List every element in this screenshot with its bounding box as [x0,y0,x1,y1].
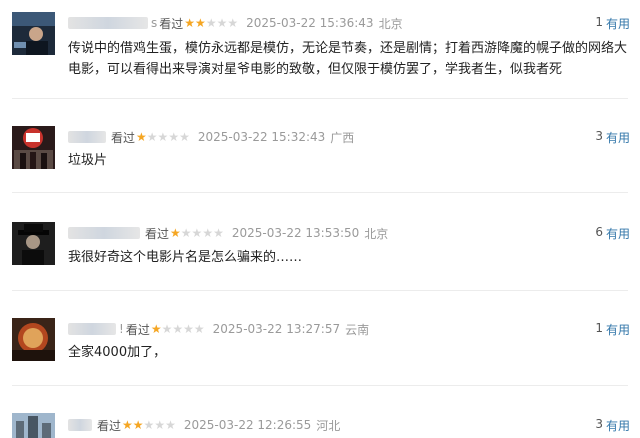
comment-text: 全家4000加了， [68,345,167,360]
divider [12,290,628,291]
helpful-label: 有用 [605,323,630,337]
comment-meta: ! 看过 ★ ★ ★ ★ ★ 2025-03-22 13:27:57 云南 [68,320,369,338]
star-empty-icon: ★ [202,226,214,240]
avatar[interactable] [12,318,55,361]
username-suffix: ! [119,322,124,336]
rating-stars: ★ ★ ★ ★ ★ [122,419,176,431]
star-empty-icon: ★ [179,130,190,144]
comment-text: 我很好奇这个电影片名是怎么骗来的…… [68,250,303,265]
helpful-label: 有用 [605,227,630,241]
comment-text: 垃圾片 [68,153,108,168]
comment-time: 2025-03-22 13:53:50 [231,226,360,240]
divider [12,192,628,193]
star-filled-icon: ★ [150,322,162,336]
helpful-count: 3 [595,417,603,431]
star-empty-icon: ★ [168,130,180,144]
helpful-vote-button[interactable]: 6 有用 [595,225,630,242]
star-filled-icon: ★ [136,130,147,144]
comment-location: 广西 [330,130,355,145]
star-empty-icon: ★ [183,322,194,336]
username[interactable] [68,323,116,335]
helpful-count: 3 [595,129,603,143]
star-filled-icon: ★ [184,16,196,30]
star-empty-icon: ★ [161,322,173,336]
watched-label: 看过 [159,16,184,31]
star-empty-icon: ★ [227,16,239,30]
watched-label: 看过 [97,418,122,433]
comment-time: 2025-03-22 15:36:43 [246,16,374,30]
rating-stars: ★ ★ ★ ★ ★ [151,323,205,335]
star-empty-icon: ★ [143,418,155,432]
divider [12,98,628,99]
helpful-label: 有用 [605,419,630,433]
avatar[interactable] [12,222,55,265]
comment-location: 北京 [364,226,389,241]
comment-meta: 看过 ★ ★ ★ ★ ★ 2025-03-22 13:53:50 北京 [68,224,388,242]
helpful-count: 6 [595,225,603,239]
star-empty-icon: ★ [193,322,205,336]
comment-time: 2025-03-22 13:27:57 [212,322,341,336]
rating-stars: ★ ★ ★ ★ ★ [170,227,224,239]
comment-time: 2025-03-22 15:32:43 [197,130,326,144]
rating-stars: ★ ★ ★ ★ ★ [184,17,238,29]
helpful-count: 1 [595,321,603,335]
star-empty-icon: ★ [180,226,192,240]
comment-time: 2025-03-22 12:26:55 [183,418,312,432]
watched-label: 看过 [145,226,170,241]
avatar[interactable] [12,126,55,169]
divider [12,385,628,386]
star-empty-icon: ★ [157,130,169,144]
avatar[interactable] [12,413,55,438]
watched-label: 看过 [111,130,136,145]
star-filled-icon: ★ [170,226,181,240]
comment-meta: s 看过 ★ ★ ★ ★ ★ 2025-03-22 15:36:43 北京 [68,14,403,32]
username[interactable] [68,227,140,239]
star-empty-icon: ★ [146,130,158,144]
comment-meta: 看过 ★ ★ ★ ★ ★ 2025-03-22 15:32:43 广西 [68,128,354,146]
star-empty-icon: ★ [172,322,184,336]
comment-location: 北京 [378,16,403,31]
username[interactable] [68,131,106,143]
rating-stars: ★ ★ ★ ★ ★ [136,131,190,143]
comment-location: 云南 [345,322,370,337]
helpful-vote-button[interactable]: 3 有用 [595,417,630,434]
comment-text: 传说中的借鸡生蛋，模仿永远都是模仿，无论是节奏，还是剧情；打着西游降魔的幌子做的… [68,41,628,77]
star-empty-icon: ★ [205,16,217,30]
helpful-vote-button[interactable]: 3 有用 [595,129,630,146]
star-empty-icon: ★ [191,226,203,240]
star-filled-icon: ★ [122,418,133,432]
username[interactable] [68,419,92,431]
username-suffix: s [151,16,158,30]
helpful-label: 有用 [605,17,630,31]
star-empty-icon: ★ [165,418,176,432]
star-empty-icon: ★ [216,16,228,30]
helpful-count: 1 [595,15,603,29]
comment-meta: 看过 ★ ★ ★ ★ ★ 2025-03-22 12:26:55 河北 [68,416,340,434]
username[interactable] [68,17,148,29]
comment-location: 河北 [316,418,341,433]
star-empty-icon: ★ [213,226,224,240]
helpful-vote-button[interactable]: 1 有用 [595,15,630,32]
star-empty-icon: ★ [154,418,166,432]
avatar[interactable] [12,12,55,55]
watched-label: 看过 [125,322,150,337]
star-filled-icon: ★ [132,418,144,432]
helpful-label: 有用 [605,131,630,145]
helpful-vote-button[interactable]: 1 有用 [595,321,630,338]
star-filled-icon: ★ [195,16,206,30]
